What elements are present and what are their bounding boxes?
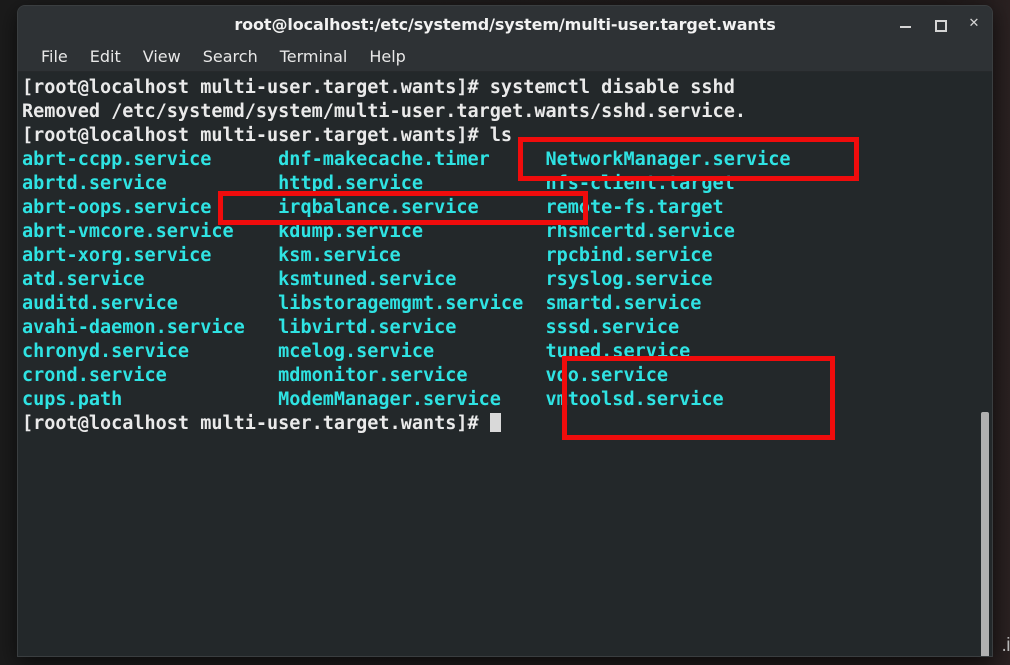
ls-listing-row: cups.path ModemManager.service vmtoolsd.… bbox=[22, 389, 724, 410]
ls-listing-row: crond.service mdmonitor.service vdo.serv… bbox=[22, 365, 669, 386]
window-title: root@localhost:/etc/systemd/system/multi… bbox=[234, 14, 776, 34]
ls-listing-row: abrt-oops.service irqbalance.service rem… bbox=[22, 197, 724, 218]
close-icon: ✕ bbox=[968, 16, 980, 31]
shell-command: systemctl disable sshd bbox=[489, 77, 735, 98]
minimize-button[interactable] bbox=[898, 16, 914, 32]
ls-listing-row: abrt-xorg.service ksm.service rpcbind.se… bbox=[22, 245, 713, 266]
menu-item-view[interactable]: View bbox=[134, 45, 190, 68]
terminal-line-command-1: [root@localhost multi-user.target.wants]… bbox=[22, 76, 978, 100]
menu-item-edit[interactable]: Edit bbox=[81, 45, 130, 68]
maximize-button[interactable] bbox=[932, 16, 948, 32]
shell-prompt: [root@localhost multi-user.target.wants]… bbox=[22, 77, 490, 98]
terminal-line-command-2: [root@localhost multi-user.target.wants]… bbox=[22, 124, 978, 148]
close-button[interactable]: ✕ bbox=[966, 16, 982, 32]
menu-item-terminal[interactable]: Terminal bbox=[271, 45, 357, 68]
minimize-icon bbox=[900, 26, 911, 28]
shell-prompt: [root@localhost multi-user.target.wants]… bbox=[22, 125, 490, 146]
ls-listing-row: avahi-daemon.service libvirtd.service ss… bbox=[22, 317, 680, 338]
ls-listing-row: atd.service ksmtuned.service rsyslog.ser… bbox=[22, 269, 713, 290]
ls-listing-row: chronyd.service mcelog.service tuned.ser… bbox=[22, 341, 691, 362]
menubar: File Edit View Search Terminal Help bbox=[18, 42, 992, 72]
terminal-scrollbar[interactable] bbox=[978, 72, 992, 656]
menu-item-help[interactable]: Help bbox=[360, 45, 414, 68]
window-titlebar[interactable]: root@localhost:/etc/systemd/system/multi… bbox=[18, 6, 992, 42]
desktop-watermark-text: .i bbox=[1001, 635, 1010, 656]
shell-prompt: [root@localhost multi-user.target.wants]… bbox=[22, 413, 490, 434]
ls-listing-row: auditd.service libstoragemgmt.service sm… bbox=[22, 293, 702, 314]
ls-listing: abrt-ccpp.service dnf-makecache.timer Ne… bbox=[22, 148, 978, 412]
ls-listing-row: abrtd.service httpd.service nfs-client.t… bbox=[22, 173, 735, 194]
shell-command: ls bbox=[489, 125, 513, 146]
terminal-window: root@localhost:/etc/systemd/system/multi… bbox=[18, 6, 992, 656]
ls-listing-row: abrt-vmcore.service kdump.service rhsmce… bbox=[22, 221, 735, 242]
menu-item-search[interactable]: Search bbox=[194, 45, 267, 68]
terminal-output-area[interactable]: [root@localhost multi-user.target.wants]… bbox=[18, 72, 978, 656]
window-controls: ✕ bbox=[898, 6, 982, 42]
terminal-body[interactable]: [root@localhost multi-user.target.wants]… bbox=[18, 72, 992, 656]
text-cursor bbox=[489, 413, 501, 432]
scrollbar-thumb[interactable] bbox=[981, 412, 989, 656]
maximize-icon bbox=[935, 20, 947, 32]
terminal-line-output-removed: Removed /etc/systemd/system/multi-user.t… bbox=[22, 101, 746, 122]
menu-item-file[interactable]: File bbox=[32, 45, 77, 68]
terminal-line-final-prompt: [root@localhost multi-user.target.wants]… bbox=[22, 412, 978, 436]
ls-listing-row: abrt-ccpp.service dnf-makecache.timer Ne… bbox=[22, 149, 791, 170]
